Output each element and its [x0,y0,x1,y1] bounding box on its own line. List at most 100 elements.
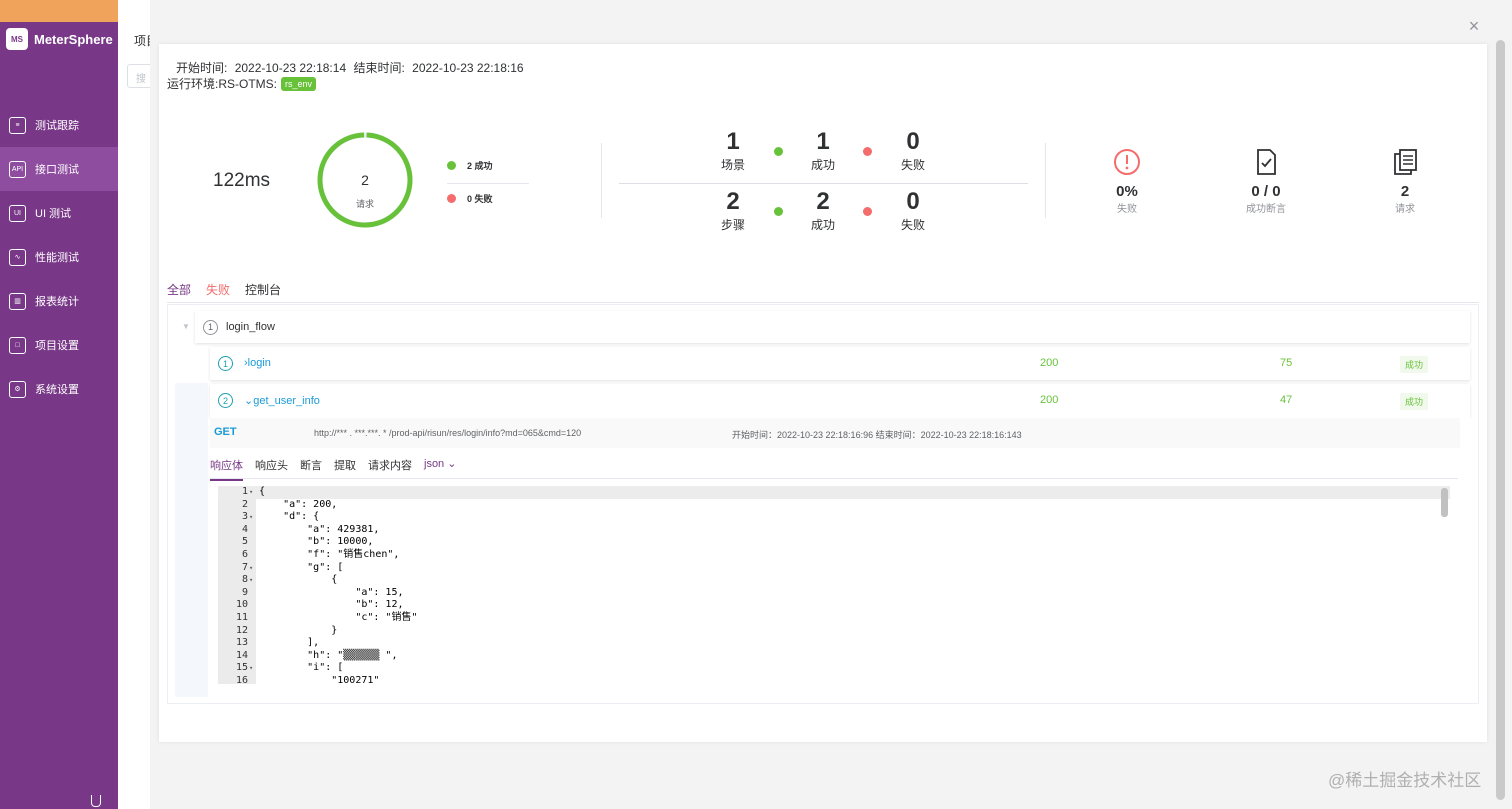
code-text: "c": "销售" [259,612,418,623]
step-name-text: login [247,357,271,369]
report-time-line: 开始时间: 2022-10-23 22:18:14 结束时间: 2022-10-… [176,59,528,76]
environment-label: 运行环境:RS-OTMS: [167,77,277,91]
step-name[interactable]: ⌄get_user_info [244,394,320,407]
fold-toggle-icon[interactable]: ▾ [249,562,253,575]
legend-divider [447,183,529,184]
scene-fail: 0 失败 [883,128,943,173]
start-time-label: 开始时间: [176,61,228,75]
sidebar-item-label: 报表统计 [35,296,79,308]
performance-icon: ∿ [9,248,26,266]
line-number: 8 [241,574,248,586]
step-success-value: 2 [816,188,830,215]
kpi-requests-label: 请求 [1395,204,1415,215]
code-text: "b": 12, [259,599,404,611]
step-success-dot [774,207,783,216]
legend-fail-dot [447,194,456,203]
legend-success: 2 成功 [447,159,529,172]
code-text: "a": 200, [259,498,338,510]
kpi-requests-value: 2 [1400,183,1410,200]
sidebar-item-label: 测试跟踪 [35,120,79,132]
scene-success-dot [774,147,783,156]
scenario-index: 1 [203,319,218,335]
fold-toggle-icon[interactable]: ▾ [249,486,253,499]
sidebar-item-5[interactable]: □ 项目设置 [0,323,118,367]
fold-toggle-icon[interactable]: ▾ [249,574,253,587]
scenario-row[interactable]: 1 login_flow [195,311,1470,343]
collapse-caret-icon[interactable]: ▼ [182,322,190,331]
line-number: 2 [241,498,248,510]
sidebar-item-4[interactable]: ▥ 报表统计 [0,279,118,323]
code-text: "d": { [259,511,320,523]
response-code-editor[interactable]: 1 ▾{2 "a": 200, 3 ▾ "d": {4 "a": 429381, 5 "… [218,486,1450,684]
watermark: @稀土掘金技术社区 [1328,771,1482,790]
chevron-down-icon: ⌄ [447,458,457,470]
line-number: 9 [241,586,248,598]
fold-toggle-icon[interactable]: ▾ [249,662,253,675]
kpi-fail-rate-label: 失败 [1117,204,1137,215]
line-number: 6 [241,549,248,560]
format-value: json [424,458,445,470]
sidebar-item-0[interactable]: ≡ 测试跟踪 [0,103,118,147]
step-index: 1 [218,356,233,371]
drawer-scrollbar[interactable] [1496,40,1505,800]
code-text: ], [259,637,320,649]
environment-badge: rs_env [281,76,317,91]
line-number: 13 [235,637,248,649]
step-total-label: 步骤 [720,218,745,232]
sidebar-item-3[interactable]: ∿ 性能测试 [0,235,118,279]
step-response-time: 75 [1280,357,1293,369]
sidebar-item-label: 性能测试 [35,252,79,264]
line-number: 5 [241,536,248,548]
scene-total-value: 1 [726,128,740,155]
sidebar-item-6[interactable]: ⚙ 系统设置 [0,367,118,411]
documents-icon [1394,149,1417,175]
line-number: 14 [235,649,248,661]
legend-fail-label: 0 失败 [467,194,493,204]
editor-scrollbar[interactable] [1441,488,1448,517]
step-response-time: 47 [1280,394,1293,406]
request-url: http://*** . ***.***. * /prod-api/risun/… [314,428,582,438]
folder-icon: □ [9,336,26,354]
step-row-login[interactable]: 1 ›login 200 75 成功 [210,347,1470,380]
line-number: 12 [235,624,248,636]
sidebar-item-2[interactable]: UI UI 测试 [0,191,118,235]
report-icon: ▥ [9,292,26,310]
scene-total: 1 场景 [703,128,763,173]
divider-right [1045,143,1046,218]
app-logo[interactable]: MS MeterSphere [6,28,113,50]
line-number: 7 [241,561,248,573]
total-duration: 122ms [213,170,271,191]
gear-icon: ⚙ [9,380,26,398]
kpi-assertions: 0 / 0 成功断言 [1226,148,1306,215]
legend-fail: 0 失败 [447,192,529,205]
step-fail: 0 失败 [883,188,943,233]
scene-success: 1 成功 [793,128,853,173]
active-line-highlight [218,486,1450,499]
ring-request-count: 2 [361,172,369,188]
step-success: 2 成功 [793,188,853,233]
close-icon[interactable]: × [1466,17,1482,35]
step-status-code: 200 [1040,357,1059,369]
scene-total-label: 场景 [720,158,745,172]
flask-icon[interactable] [91,795,101,807]
sidebar-item-1[interactable]: API 接口测试 [0,147,118,191]
sidebar-item-label: 系统设置 [35,384,79,396]
fold-toggle-icon[interactable]: ▾ [249,511,253,524]
code-text: "a": 429381, [259,523,380,535]
code-text: "b": 10000, [259,536,374,548]
step-name[interactable]: ›login [244,357,271,369]
code-text: } [259,624,338,636]
ring-request-label: 请求 [355,199,374,209]
start-time-value: 2022-10-23 22:18:14 [234,61,347,75]
line-number: 10 [235,599,248,611]
step-total-value: 2 [726,188,740,215]
scene-fail-dot [863,147,872,156]
divider-left [601,143,602,218]
request-method: GET [214,426,237,438]
kpi-assertions-label: 成功断言 [1246,204,1286,215]
step-row-get-user-info[interactable]: 2 ⌄get_user_info 200 47 成功 [210,384,1470,417]
step-status-badge: 成功 [1400,356,1429,373]
code-text: "100271" [259,675,380,684]
scene-fail-value: 0 [906,128,920,155]
clipboard-icon: ≡ [9,116,26,134]
